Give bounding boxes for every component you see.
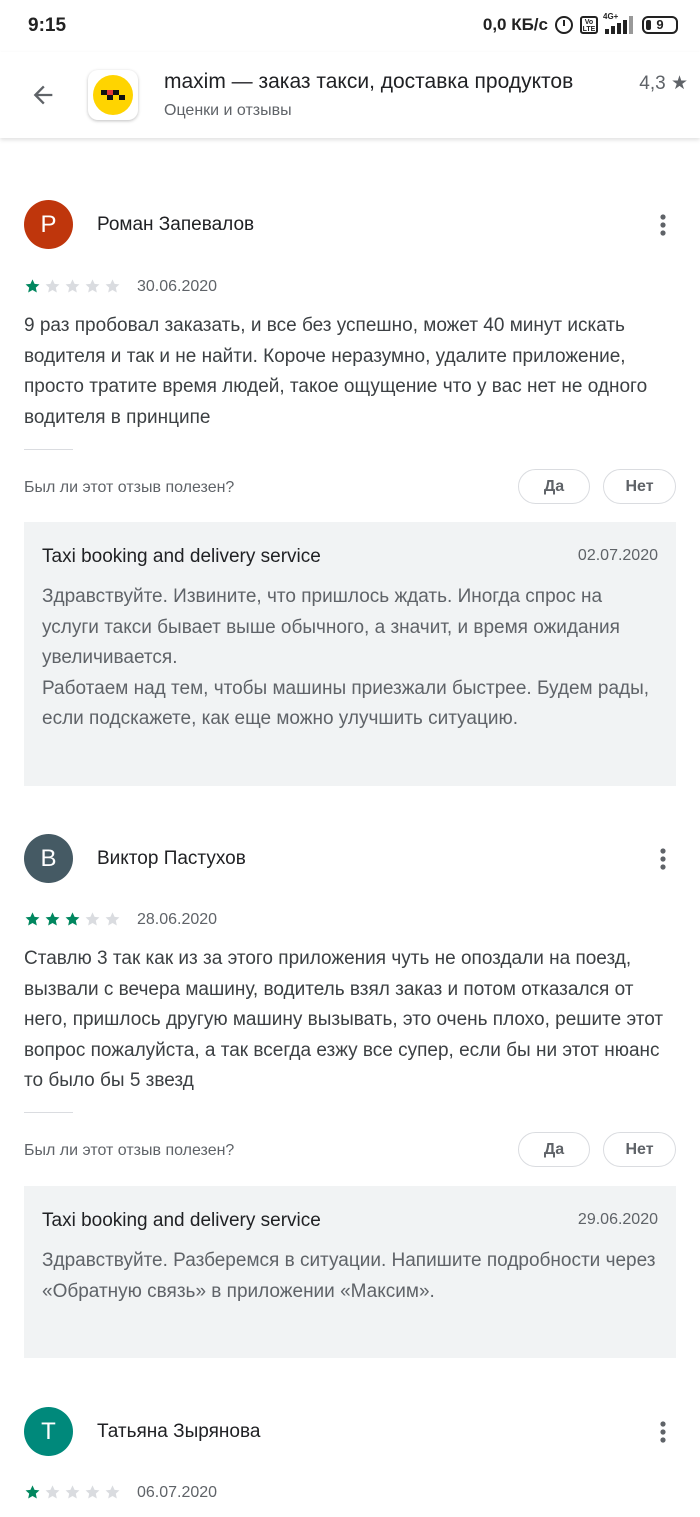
star-empty-icon (65, 1485, 80, 1499)
star-empty-icon (45, 1485, 60, 1499)
star-empty-icon (105, 279, 120, 293)
review-date: 06.07.2020 (137, 1484, 218, 1501)
star-empty-icon (45, 279, 60, 293)
star-empty-icon (105, 912, 120, 926)
page-subtitle: Оценки и отзывы (164, 102, 292, 119)
app-rating: 4,3 ★ (639, 73, 688, 94)
reply-paragraph: Здравствуйте. Разберемся в ситуации. Нап… (42, 1250, 656, 1302)
star-filled-icon (65, 912, 80, 926)
star-filled-icon (25, 279, 40, 293)
reviewer-name: Татьяна Зырянова (97, 1421, 261, 1442)
star-rating (24, 911, 121, 928)
star-filled-icon (25, 1485, 40, 1499)
star-empty-icon (85, 279, 100, 293)
star-empty-icon (85, 1485, 100, 1499)
reviewer-name: Роман Запевалов (97, 214, 255, 235)
back-arrow-icon (33, 85, 53, 105)
star-empty-icon (85, 912, 100, 926)
status-bar: 9:15 0,0 КБ/с Vo LTE 4G+ 9 (0, 0, 700, 52)
star-filled-icon (45, 912, 60, 926)
reply-text: Здравствуйте. Извините, что пришлось жда… (42, 582, 658, 735)
reply-date: 29.06.2020 (577, 1211, 658, 1228)
helpful-question: Был ли этот отзыв полезен? (24, 1142, 235, 1159)
avatar: Р (24, 200, 73, 249)
developer-reply: Taxi booking and delivery service 29.06.… (24, 1186, 676, 1358)
star-rating (24, 278, 121, 295)
back-button[interactable] (22, 74, 64, 116)
helpful-yes-button[interactable]: Да (518, 1132, 590, 1167)
star-filled-icon (25, 912, 40, 926)
developer-name: Taxi booking and delivery service (42, 1210, 321, 1231)
network-speed: 0,0 КБ/с (482, 15, 548, 34)
star-empty-icon (105, 1485, 120, 1499)
status-icons: 0,0 КБ/с Vo LTE 4G+ 9 (482, 12, 678, 35)
status-time: 9:15 (28, 15, 67, 36)
review-menu-button[interactable] (648, 841, 678, 877)
review-date: 28.06.2020 (137, 911, 218, 928)
review-text: Ставлю 3 так как из за этого приложения … (24, 948, 664, 1091)
more-vert-icon (660, 848, 666, 870)
app-header: maxim — заказ такси, доставка продуктов … (0, 52, 700, 138)
alarm-icon (555, 16, 573, 34)
divider (24, 449, 73, 450)
developer-name: Taxi booking and delivery service (42, 546, 321, 567)
review-date: 30.06.2020 (137, 278, 218, 295)
helpful-question: Был ли этот отзыв полезен? (24, 479, 235, 496)
reply-paragraph: Работаем над тем, чтобы машины приезжали… (42, 677, 650, 730)
reply-paragraph: Здравствуйте. Извините, что пришлось жда… (42, 586, 620, 668)
divider (24, 1112, 73, 1113)
app-icon[interactable] (88, 70, 138, 120)
volte-icon: Vo LTE (580, 16, 598, 34)
helpful-yes-button[interactable]: Да (518, 469, 590, 504)
more-vert-icon (660, 1421, 666, 1443)
star-empty-icon (65, 279, 80, 293)
helpful-no-button[interactable]: Нет (603, 1132, 676, 1167)
review-text: 9 раз пробовал заказать, и все без успеш… (24, 315, 648, 428)
avatar: Т (24, 1407, 73, 1456)
app-title: maxim — заказ такси, доставка продуктов (164, 70, 574, 93)
developer-reply: Taxi booking and delivery service 02.07.… (24, 522, 676, 786)
reviewer-name: Виктор Пастухов (97, 848, 246, 869)
battery-icon: 9 (642, 16, 678, 34)
reply-date: 02.07.2020 (577, 547, 658, 564)
review-menu-button[interactable] (648, 207, 678, 243)
star-rating (24, 1484, 121, 1501)
network-type: 4G+ (603, 12, 619, 21)
helpful-no-button[interactable]: Нет (603, 469, 676, 504)
review-menu-button[interactable] (648, 1414, 678, 1450)
signal-icon: 4G+ (603, 12, 635, 34)
more-vert-icon (660, 214, 666, 236)
avatar: В (24, 834, 73, 883)
reply-text: Здравствуйте. Разберемся в ситуации. Нап… (42, 1246, 658, 1307)
taxi-logo-icon (93, 75, 133, 115)
